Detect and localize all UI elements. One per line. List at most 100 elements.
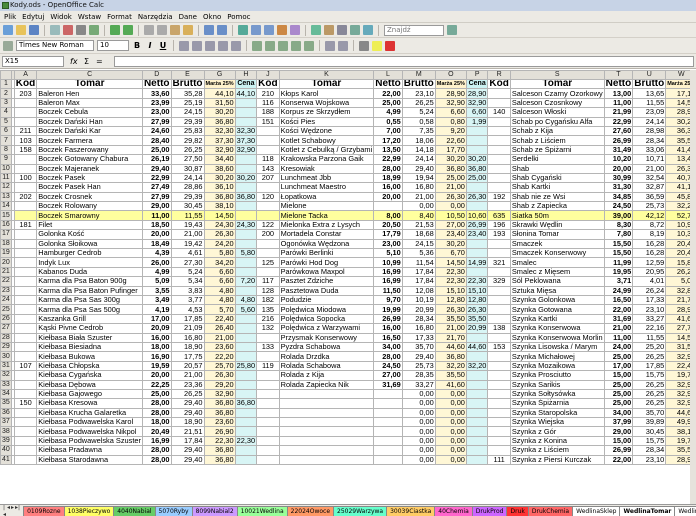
netto-cell[interactable]: 31,69 bbox=[603, 313, 634, 325]
sheet-tab[interactable]: Druk bbox=[506, 506, 529, 516]
netto-header[interactable]: Netto bbox=[603, 78, 634, 90]
marza-cell[interactable]: 0,00 bbox=[434, 417, 467, 428]
product-name-cell[interactable]: Rolada z Kija bbox=[278, 370, 375, 381]
kod-cell[interactable] bbox=[13, 341, 38, 353]
netto-cell[interactable]: 19,59 bbox=[141, 360, 172, 372]
row-header[interactable]: 2 bbox=[0, 88, 12, 99]
kod-cell[interactable]: 158 bbox=[13, 144, 38, 156]
kod-cell[interactable] bbox=[13, 97, 38, 109]
netto-cell[interactable]: 15,00 bbox=[603, 435, 634, 447]
first-tab-icon[interactable]: |◂ bbox=[3, 505, 6, 516]
netto-cell[interactable]: 16,99 bbox=[373, 266, 403, 278]
netto-cell[interactable]: 24,50 bbox=[373, 360, 403, 372]
remove-decimal-icon[interactable] bbox=[304, 40, 314, 51]
marza-cell[interactable]: 17,70 bbox=[434, 144, 467, 156]
kod-cell[interactable] bbox=[487, 360, 511, 372]
cena-cell[interactable] bbox=[234, 332, 258, 343]
save-icon[interactable] bbox=[29, 25, 39, 35]
kod-cell[interactable]: 210 bbox=[256, 88, 280, 99]
product-name-cell[interactable]: Kabanos Duda bbox=[36, 266, 143, 278]
brutto-cell[interactable]: 8,19 bbox=[632, 229, 667, 240]
cena-cell[interactable] bbox=[234, 285, 258, 297]
product-name-cell[interactable]: Kiełbasa Podwawelska Szuster bbox=[36, 435, 143, 447]
cena-cell[interactable]: 22,30 bbox=[234, 435, 258, 447]
product-name-cell[interactable]: Szynka Kartki bbox=[509, 313, 605, 325]
marza-cell[interactable]: 36,80 bbox=[434, 351, 467, 362]
brutto-cell[interactable]: 0,00 bbox=[401, 435, 436, 447]
netto-cell[interactable]: 18,99 bbox=[373, 172, 403, 184]
row-header[interactable]: 11 bbox=[0, 172, 12, 184]
brutto-cell[interactable]: 25,20 bbox=[632, 341, 667, 353]
brutto-cell[interactable]: 25,83 bbox=[170, 125, 205, 137]
kod-cell[interactable] bbox=[256, 388, 280, 400]
kod-cell[interactable]: 111 bbox=[487, 454, 511, 466]
brutto-cell[interactable]: 21,00 bbox=[170, 229, 205, 240]
product-name-cell[interactable]: Parówki Berlinki bbox=[278, 248, 375, 259]
netto-cell[interactable]: 31,49 bbox=[603, 144, 634, 156]
kod-cell[interactable] bbox=[487, 135, 511, 146]
netto-cell[interactable]: 4,39 bbox=[141, 248, 172, 259]
netto-cell[interactable]: 22,99 bbox=[373, 154, 403, 165]
brutto-cell[interactable]: 30,87 bbox=[170, 163, 205, 174]
marza-cell[interactable]: 0,00 bbox=[434, 426, 467, 437]
brutto-cell[interactable]: 26,25 bbox=[632, 351, 667, 362]
sheet-tab[interactable]: DrukChemia bbox=[527, 506, 574, 516]
cena-cell[interactable] bbox=[465, 135, 489, 146]
row-header[interactable]: 26 bbox=[0, 313, 12, 325]
product-name-cell[interactable]: Krakowska Parzona Gaik bbox=[278, 154, 375, 165]
product-name-cell[interactable]: Karma dla Psa Sas 500g bbox=[36, 304, 143, 315]
netto-cell[interactable]: 16,90 bbox=[141, 351, 172, 362]
cena-cell[interactable] bbox=[465, 379, 489, 390]
netto-cell[interactable]: 16,99 bbox=[141, 435, 172, 447]
product-name-cell[interactable]: Boczek Pasek bbox=[36, 172, 143, 184]
kod-cell[interactable] bbox=[256, 370, 280, 381]
product-name-cell[interactable]: Polędwica Sopocka bbox=[278, 313, 375, 325]
product-name-cell[interactable]: Boczek Smarowny bbox=[36, 210, 143, 221]
kod-cell[interactable] bbox=[487, 294, 511, 306]
product-name-cell[interactable]: Szynka Mozaikowa bbox=[509, 360, 605, 372]
cena-cell[interactable] bbox=[234, 257, 258, 268]
product-name-cell[interactable]: Szynka z Piersi Kurczak bbox=[509, 454, 605, 466]
kod-cell[interactable] bbox=[13, 257, 38, 268]
cena-cell[interactable]: 5,60 bbox=[234, 304, 258, 315]
product-name-cell[interactable]: Pyzdra Schabowa bbox=[278, 341, 375, 353]
product-name-cell[interactable]: Mielonka Extra z Lysych bbox=[278, 219, 375, 231]
kod-cell[interactable] bbox=[13, 276, 38, 287]
netto-cell[interactable]: 33,60 bbox=[141, 88, 172, 99]
netto-cell[interactable]: 23,00 bbox=[373, 238, 403, 250]
product-name-cell[interactable]: Schab z Kija bbox=[509, 125, 605, 137]
kod-cell[interactable] bbox=[487, 238, 511, 250]
netto-cell[interactable]: 3,71 bbox=[603, 276, 634, 287]
marza-cell[interactable]: 6,60 bbox=[434, 107, 467, 118]
netto-cell[interactable]: 19,95 bbox=[603, 266, 634, 278]
row-header[interactable]: 5 bbox=[0, 116, 12, 127]
background-color-icon[interactable] bbox=[372, 40, 382, 51]
menu-item-4[interactable]: Format bbox=[107, 11, 132, 22]
netto-cell[interactable]: 28,00 bbox=[141, 454, 172, 466]
product-name-cell[interactable]: Polędwica z Warzywami bbox=[278, 323, 375, 334]
marza-cell[interactable]: 25,00 bbox=[434, 172, 467, 184]
row-header[interactable]: 31 bbox=[0, 360, 12, 372]
netto-cell[interactable]: 27,99 bbox=[141, 116, 172, 127]
row-header[interactable]: 35 bbox=[0, 398, 12, 409]
netto-cell[interactable]: 26,99 bbox=[603, 445, 634, 456]
marza-cell[interactable]: 30,20 bbox=[203, 172, 236, 184]
marza-cell[interactable]: 4,80 bbox=[203, 285, 236, 297]
prev-tab-icon[interactable]: ◂ bbox=[7, 505, 10, 516]
paste-icon[interactable] bbox=[170, 25, 180, 35]
product-name-cell[interactable]: Szynka Śpiżarnia bbox=[509, 398, 605, 409]
cena-cell[interactable]: 6,60 bbox=[465, 107, 489, 118]
netto-cell[interactable]: 20,09 bbox=[141, 323, 172, 334]
cena-cell[interactable] bbox=[234, 407, 258, 419]
sheet-tab[interactable]: 1038Pieczywo bbox=[63, 506, 115, 516]
cena-cell[interactable] bbox=[465, 332, 489, 343]
merge-cells-icon[interactable] bbox=[231, 40, 241, 51]
kod-cell[interactable] bbox=[487, 379, 511, 390]
product-name-cell[interactable]: Lunchmeat Jbb bbox=[278, 172, 375, 184]
row-header[interactable]: 13 bbox=[0, 191, 12, 203]
product-name-cell[interactable]: Kiełbasa Biesiadna bbox=[36, 341, 143, 353]
font-name-select[interactable]: Times New Roman bbox=[16, 40, 94, 51]
brutto-cell[interactable]: 17,85 bbox=[632, 360, 667, 372]
netto-cell[interactable]: 20,00 bbox=[603, 163, 634, 174]
tomar-header[interactable]: Tomar bbox=[278, 78, 375, 90]
